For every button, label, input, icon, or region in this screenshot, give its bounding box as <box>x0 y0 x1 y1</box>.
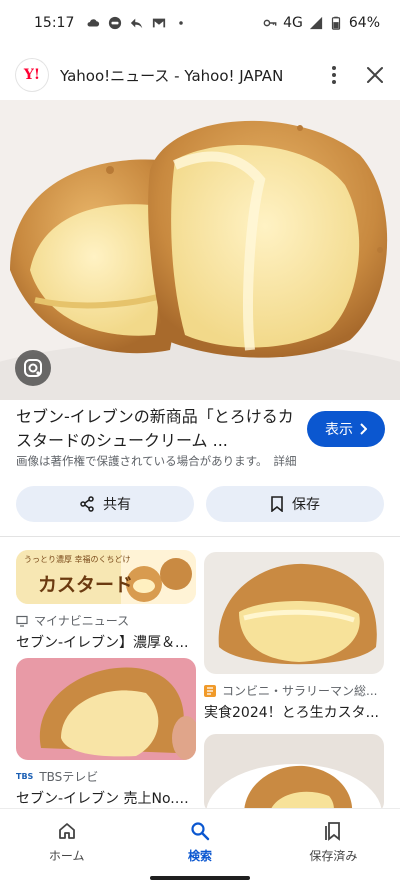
related-card[interactable]: うっとり濃厚 幸福のくちどけ カスタード マイナビニュース セブン-イレブン】濃… <box>16 550 196 652</box>
save-button[interactable]: 保存 <box>206 486 384 522</box>
yahoo-favicon: Y! <box>16 59 48 91</box>
card-image <box>204 552 384 674</box>
source-title[interactable]: Yahoo!ニュース - Yahoo! JAPAN <box>60 65 283 86</box>
share-button[interactable]: 共有 <box>16 486 194 522</box>
source-name: マイナビニュース <box>34 614 130 628</box>
close-icon[interactable] <box>366 66 384 84</box>
related-card[interactable]: コンビニ・サラリーマン総... 実食2024！とろ生カスタ... <box>204 552 384 722</box>
key-icon <box>263 19 277 27</box>
action-row: 共有 保存 <box>16 486 384 522</box>
saved-collection-icon <box>325 822 341 841</box>
bookmark-icon <box>271 496 283 512</box>
gesture-bar[interactable] <box>150 876 250 880</box>
share-icon <box>80 496 94 512</box>
nav-search-label: 検索 <box>187 849 212 863</box>
card-source: TBS TBSテレビ <box>16 768 196 785</box>
battery-icon <box>331 16 340 30</box>
source-name: コンビニ・サラリーマン総... <box>222 684 378 698</box>
visit-button[interactable]: 表示 <box>307 411 385 447</box>
divider <box>0 536 400 537</box>
nav-home-label: ホーム <box>48 849 85 863</box>
cream-puff-thumbnail <box>16 658 196 760</box>
card-title: セブン-イレブン】濃厚＆... <box>16 635 189 651</box>
google-lens-button[interactable] <box>15 350 51 386</box>
card-image: うっとり濃厚 幸福のくちどけ カスタード <box>16 550 196 604</box>
lens-icon <box>24 359 42 377</box>
card-image <box>16 658 196 760</box>
reply-icon <box>131 18 143 29</box>
viewer-header: Y! Yahoo!ニュース - Yahoo! JAPAN <box>0 50 400 100</box>
gmail-icon <box>153 18 166 28</box>
battery-level: 64% <box>348 15 380 31</box>
related-card[interactable]: TBS TBSテレビ セブン-イレブン 売上No.1... <box>16 658 196 808</box>
status-bar: 15:17 4G 64% <box>0 0 400 46</box>
visit-label: 表示 <box>325 422 353 438</box>
line-icon <box>109 16 122 30</box>
more-options-icon[interactable] <box>324 63 344 87</box>
related-card[interactable] <box>204 734 384 814</box>
cream-puff-illustration <box>0 100 400 400</box>
cream-puff-thumbnail <box>204 734 384 814</box>
hero-image[interactable] <box>0 100 400 400</box>
card-image <box>204 734 384 814</box>
card-source: コンビニ・サラリーマン総... <box>204 682 384 699</box>
status-time: 15:17 <box>34 15 75 31</box>
tbs-logo: TBS <box>16 772 34 781</box>
share-label: 共有 <box>103 497 131 513</box>
signal-icon <box>309 16 322 30</box>
detail-link[interactable]: 詳細 <box>274 454 297 468</box>
copyright-notice: 画像は著作権で保護されている場合があります。 詳細 <box>16 453 297 469</box>
network-type: 4G <box>283 15 303 31</box>
card-title: 実食2024！とろ生カスタ... <box>204 705 379 721</box>
save-label: 保存 <box>292 497 320 513</box>
caption-title[interactable]: セブン-イレブンの新商品「とろけるカスタードのシュークリーム ... <box>16 405 296 453</box>
nav-saved[interactable]: 保存済み <box>267 809 400 889</box>
card-source: マイナビニュース <box>16 612 196 629</box>
banner-title: カスタード <box>38 574 134 596</box>
cream-puff-thumbnail <box>204 552 384 674</box>
banner-tagline: うっとり濃厚 幸福のくちどけ <box>24 555 131 564</box>
card-title: セブン-イレブン 売上No.1... <box>16 791 196 807</box>
cloud-icon <box>87 19 100 27</box>
nav-home[interactable]: ホーム <box>0 809 133 889</box>
search-icon <box>191 822 210 841</box>
nav-saved-label: 保存済み <box>309 849 358 863</box>
image-caption: セブン-イレブンの新商品「とろけるカスタードのシュークリーム ... <box>16 405 296 453</box>
home-icon <box>58 823 75 839</box>
notice-text: 画像は著作権で保護されている場合があります。 <box>16 454 268 468</box>
dot-icon <box>179 21 184 25</box>
blog-icon <box>204 684 216 697</box>
source-name: TBSテレビ <box>39 770 99 784</box>
monitor-icon <box>16 615 28 627</box>
chevron-right-icon <box>360 423 367 435</box>
